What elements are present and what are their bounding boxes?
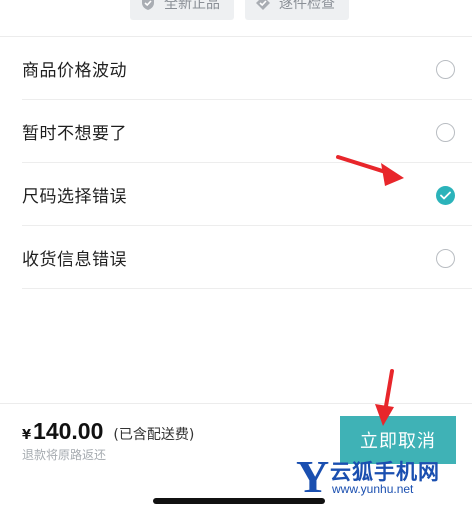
divider (22, 288, 472, 289)
radio-button[interactable] (436, 59, 455, 79)
reason-option-wrong-size[interactable]: 尺码选择错误 (0, 163, 472, 226)
divider (0, 403, 472, 404)
watermark-letter: Y (296, 451, 330, 502)
reason-label: 商品价格波动 (22, 61, 127, 81)
delivery-fee-note: (已含配送费) (113, 427, 195, 443)
reason-option-not-wanted[interactable]: 暂时不想要了 (0, 100, 472, 163)
reason-label: 尺码选择错误 (22, 187, 127, 207)
refund-note: 退款将原路返还 (22, 448, 107, 462)
home-indicator[interactable] (153, 498, 325, 504)
reason-option-price-change[interactable]: 商品价格波动 (0, 37, 472, 100)
watermark-logo: Y 云狐手机网 www.yunhu.net (296, 454, 472, 502)
tag-label: 全新正品 (164, 0, 220, 12)
watermark-url: www.yunhu.net (332, 482, 414, 496)
checkmark-icon (440, 191, 451, 199)
price-value: 140.00 (33, 418, 104, 444)
currency-symbol: ¥ (22, 428, 32, 443)
radio-button[interactable] (436, 248, 455, 268)
total-price: ¥ 140.00 (已含配送费) (22, 418, 194, 445)
radio-button[interactable] (436, 122, 455, 142)
tag-label: 逐件检查 (279, 0, 335, 12)
tag-check-icon (256, 0, 270, 10)
reason-option-wrong-address[interactable]: 收货信息错误 (0, 226, 472, 289)
radio-button-checked[interactable] (436, 185, 455, 205)
reason-label: 收货信息错误 (22, 250, 127, 270)
cancel-reason-list: 商品价格波动 暂时不想要了 尺码选择错误 收货信息错误 (0, 37, 472, 289)
reason-label: 暂时不想要了 (22, 124, 127, 144)
shield-check-icon (142, 0, 154, 10)
product-tags: 全新正品 逐件检查 (0, 0, 472, 20)
tag-inspected: 逐件检查 (245, 0, 349, 20)
tag-authentic: 全新正品 (130, 0, 234, 20)
